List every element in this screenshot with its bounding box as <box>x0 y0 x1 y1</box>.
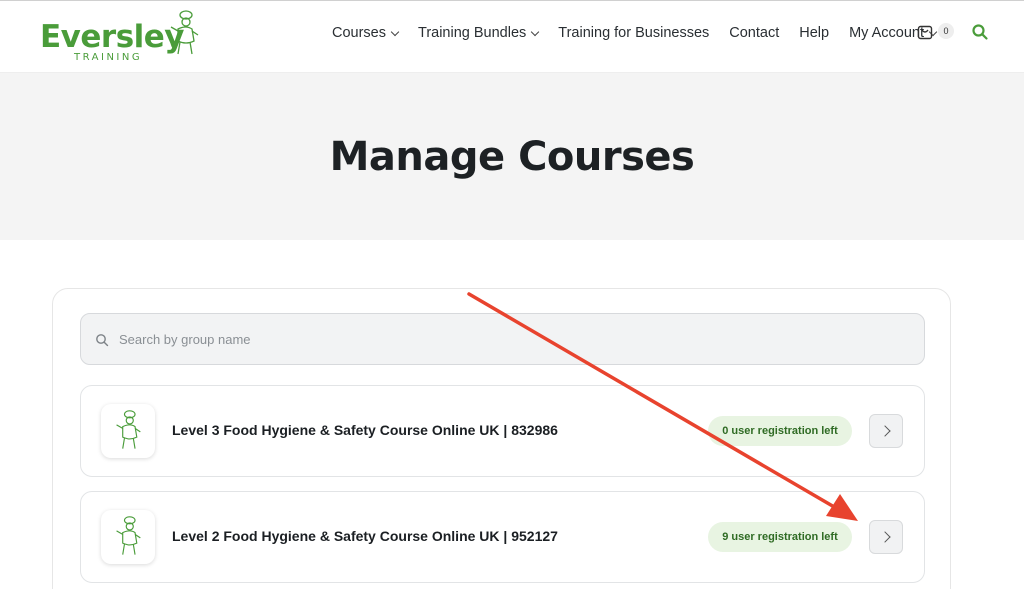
nav-help[interactable]: Help <box>799 25 829 41</box>
nav-courses-label: Courses <box>332 25 386 41</box>
page-hero: Manage Courses <box>0 73 1024 240</box>
logo-wordmark: Eversley <box>40 19 185 55</box>
shopping-bag-icon <box>917 25 933 40</box>
nav-contact[interactable]: Contact <box>729 25 779 41</box>
cart-button[interactable]: 0 <box>917 22 954 40</box>
nav-help-label: Help <box>799 25 830 41</box>
logo-subtitle: TRAINING <box>74 52 143 63</box>
course-thumbnail <box>101 404 155 458</box>
chef-mascot-icon <box>116 410 141 449</box>
group-search-input[interactable] <box>119 314 899 364</box>
site-header: Eversley TRAINING Courses Training Bundl… <box>0 0 1024 73</box>
nav-training-bundles-label: Training Bundles <box>418 25 527 41</box>
courses-panel: Level 3 Food Hygiene & Safety Course Onl… <box>52 288 951 589</box>
course-thumbnail <box>101 510 155 564</box>
nav-training-bundles[interactable]: Training Bundles <box>418 25 540 41</box>
eversley-logo[interactable]: Eversley TRAINING <box>40 9 210 65</box>
course-row[interactable]: Level 2 Food Hygiene & Safety Course Onl… <box>80 491 925 583</box>
group-search[interactable] <box>80 313 925 365</box>
nav-courses[interactable]: Courses <box>332 25 400 41</box>
page-title: Manage Courses <box>329 134 695 180</box>
search-icon <box>96 334 109 347</box>
open-course-button[interactable] <box>869 520 903 554</box>
chevron-right-icon <box>879 531 891 543</box>
registration-left-badge: 0 user registration left <box>708 416 852 446</box>
search-icon[interactable] <box>971 23 989 41</box>
nav-contact-label: Contact <box>729 25 780 41</box>
nav-training-for-businesses-label: Training for Businesses <box>558 25 710 41</box>
nav-my-account-label: My Account <box>849 25 925 41</box>
course-name: Level 3 Food Hygiene & Safety Course Onl… <box>172 422 558 438</box>
chevron-right-icon <box>879 425 891 437</box>
registration-left-badge: 9 user registration left <box>708 522 852 552</box>
open-course-button[interactable] <box>869 414 903 448</box>
main-nav: Courses Training Bundles Training for Bu… <box>332 22 956 44</box>
chef-mascot-icon <box>116 516 141 555</box>
chef-mascot-icon <box>170 10 199 55</box>
nav-training-for-businesses[interactable]: Training for Businesses <box>558 25 709 41</box>
course-row[interactable]: Level 3 Food Hygiene & Safety Course Onl… <box>80 385 925 477</box>
chevron-down-icon <box>390 27 400 36</box>
chevron-down-icon <box>531 27 540 36</box>
cart-count-badge: 0 <box>938 23 954 39</box>
course-name: Level 2 Food Hygiene & Safety Course Onl… <box>172 528 558 544</box>
